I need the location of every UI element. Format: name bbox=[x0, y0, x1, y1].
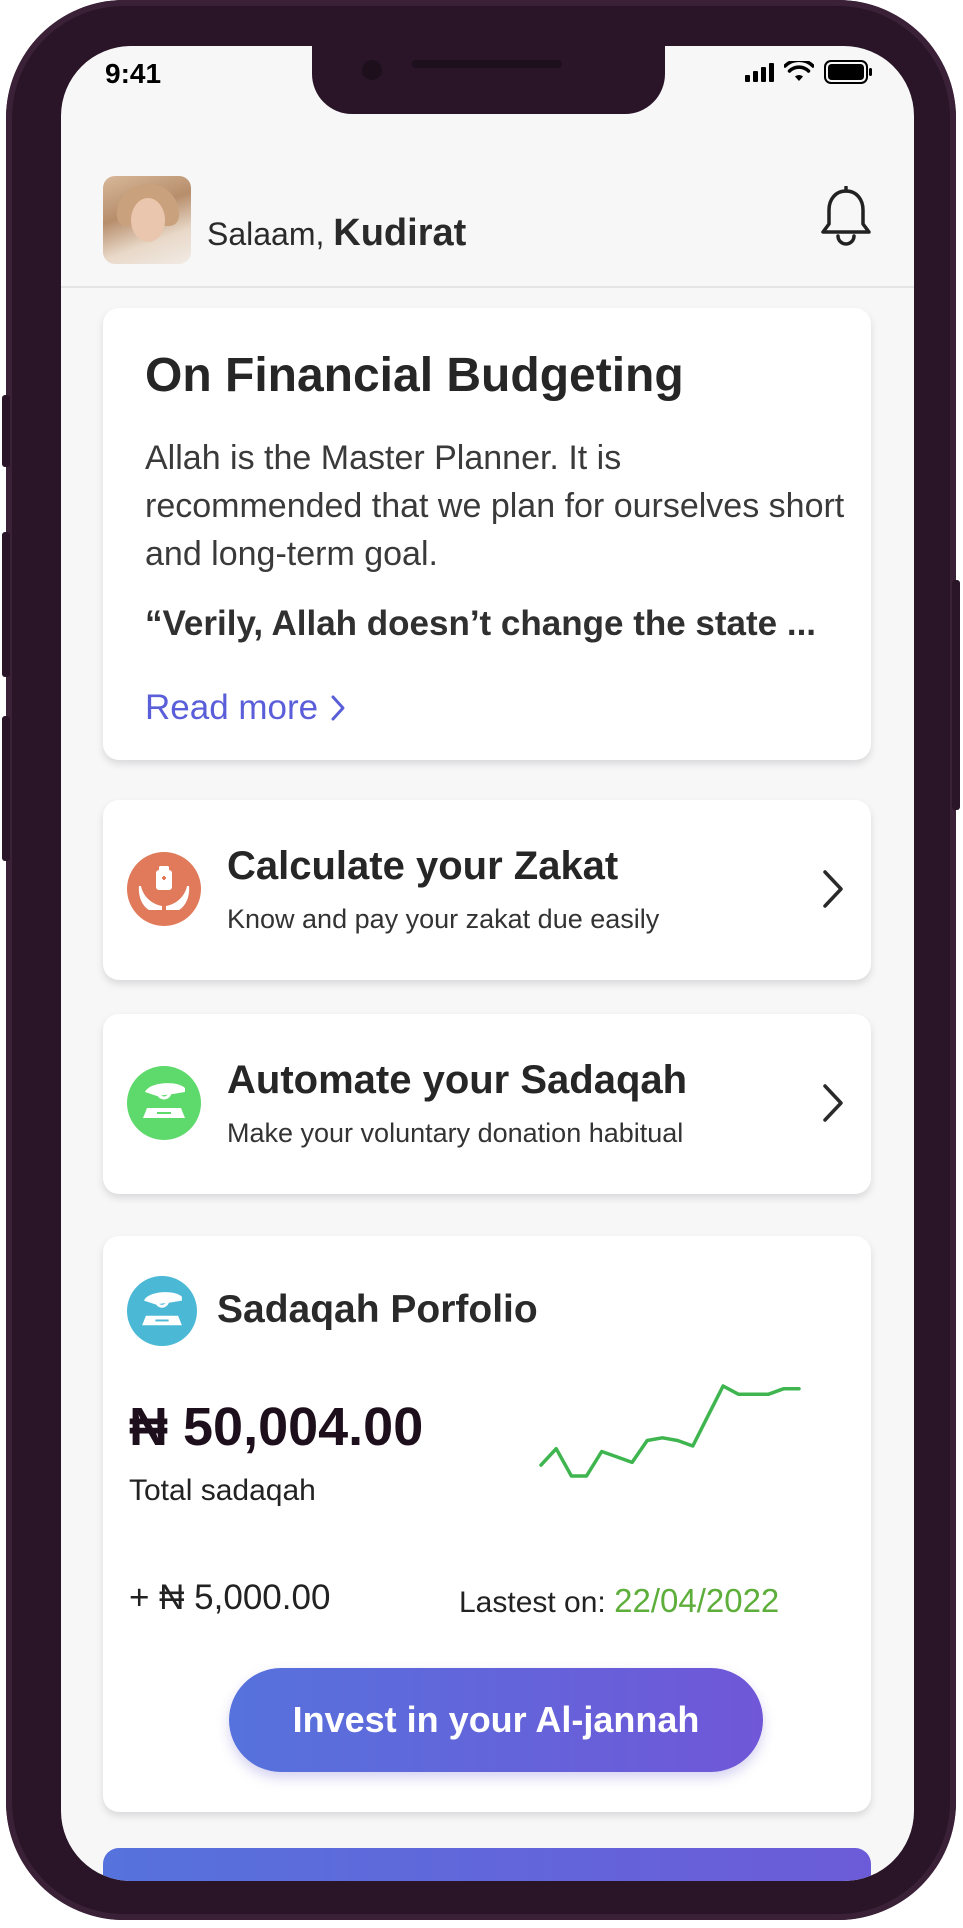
sadaqah-subtitle: Make your voluntary donation habitual bbox=[227, 1118, 684, 1148]
silent-switch bbox=[2, 395, 10, 467]
phone-screen: 9:41 Salaam, Kudirat On Financial Budget… bbox=[61, 46, 914, 1881]
chevron-right-icon bbox=[331, 695, 345, 721]
budgeting-body: Allah is the Master Planner. It is recom… bbox=[145, 439, 845, 573]
battery-icon bbox=[824, 60, 872, 84]
avatar[interactable] bbox=[103, 176, 191, 264]
zakat-hands-icon bbox=[127, 852, 201, 926]
volume-up-button bbox=[2, 532, 10, 677]
greeting-prefix: Salaam, bbox=[207, 216, 325, 252]
latest-label: Lastest on: bbox=[459, 1586, 606, 1619]
budgeting-title: On Financial Budgeting bbox=[145, 349, 684, 402]
zakat-title: Calculate your Zakat bbox=[227, 844, 619, 888]
read-more-link[interactable]: Read more bbox=[145, 688, 346, 728]
portfolio-title: Sadaqah Porfolio bbox=[217, 1288, 538, 1331]
portfolio-change: + ₦ 5,000.00 bbox=[129, 1578, 331, 1617]
chevron-right-icon bbox=[823, 1084, 843, 1122]
status-time: 9:41 bbox=[105, 58, 162, 89]
zakat-subtitle: Know and pay your zakat due easily bbox=[227, 904, 660, 934]
sadaqah-portfolio-card: Sadaqah Porfolio ₦ 50,004.00 Total sadaq… bbox=[103, 1236, 871, 1812]
status-icons bbox=[745, 60, 874, 84]
notification-bell-icon[interactable] bbox=[818, 186, 874, 248]
wifi-icon bbox=[784, 61, 814, 81]
portfolio-total-amount: ₦ 50,004.00 bbox=[129, 1397, 424, 1457]
budgeting-card: On Financial Budgeting Allah is the Mast… bbox=[103, 308, 871, 760]
volume-down-button bbox=[2, 716, 10, 861]
sadaqah-trend-sparkline bbox=[539, 1384, 801, 1478]
power-button bbox=[952, 580, 960, 810]
user-name: Kudirat bbox=[333, 212, 467, 254]
chevron-right-icon bbox=[823, 870, 843, 908]
invest-button[interactable]: Invest in your Al-jannah bbox=[229, 1668, 763, 1772]
read-more-label: Read more bbox=[145, 688, 319, 727]
sadaqah-title: Automate your Sadaqah bbox=[227, 1058, 688, 1102]
trend-line bbox=[539, 1384, 801, 1478]
app-header: Salaam, Kudirat bbox=[61, 126, 914, 288]
cellular-signal-icon bbox=[745, 62, 774, 82]
sadaqah-hand-icon bbox=[127, 1066, 201, 1140]
sadaqah-portfolio-icon bbox=[127, 1276, 197, 1346]
budgeting-quote: “Verily, Allah doesn’t change the state … bbox=[145, 604, 817, 643]
portfolio-latest: Lastest on: 22/04/2022 bbox=[459, 1582, 779, 1620]
next-card-peek bbox=[103, 1848, 871, 1881]
greeting: Salaam, Kudirat bbox=[207, 212, 466, 255]
zakat-action-card[interactable]: Calculate your Zakat Know and pay your z… bbox=[103, 800, 871, 980]
sadaqah-action-card[interactable]: Automate your Sadaqah Make your voluntar… bbox=[103, 1014, 871, 1194]
portfolio-total-label: Total sadaqah bbox=[129, 1474, 316, 1507]
device-notch bbox=[312, 46, 665, 114]
phone-frame: 9:41 Salaam, Kudirat On Financial Budget… bbox=[2, 0, 960, 1920]
latest-date: 22/04/2022 bbox=[614, 1582, 780, 1619]
